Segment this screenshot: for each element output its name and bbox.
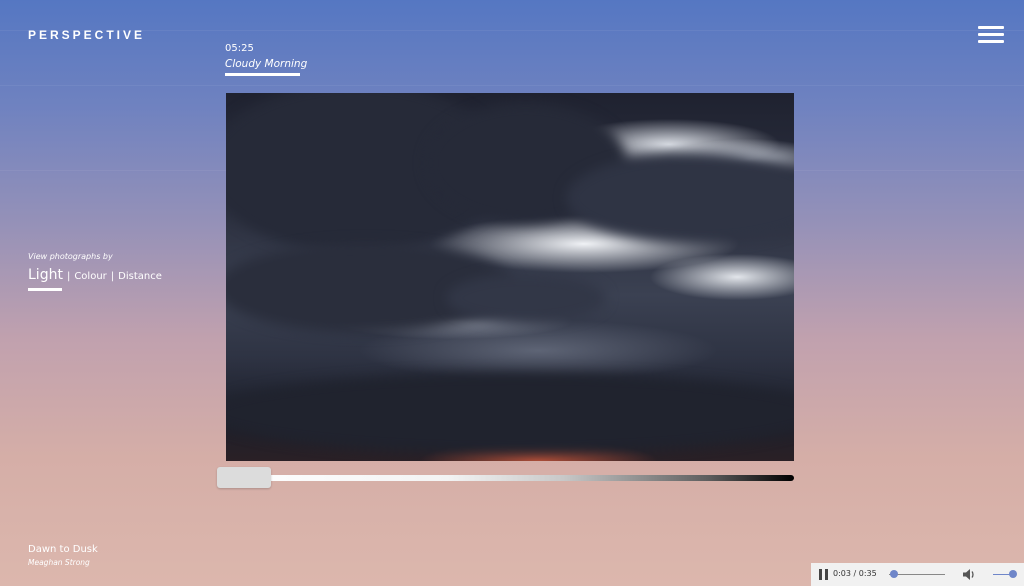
view-by-label: View photographs by	[28, 252, 113, 261]
speaker-icon[interactable]	[962, 568, 976, 581]
light-slider-track[interactable]	[217, 475, 794, 481]
progress-bar[interactable]	[889, 570, 945, 578]
cloud-photograph	[226, 93, 794, 461]
volume-bar[interactable]	[993, 570, 1017, 578]
audio-player: 0:03 / 0:35	[811, 563, 1024, 586]
active-option-underline	[28, 288, 62, 291]
view-option-distance[interactable]: Distance	[118, 271, 162, 282]
view-options: Light | Colour | Distance	[28, 267, 162, 283]
progress-knob[interactable]	[889, 570, 898, 578]
light-slider-handle[interactable]	[217, 467, 271, 488]
album-title: Dawn to Dusk	[28, 544, 98, 555]
site-logo[interactable]: PERSPECTIVE	[28, 28, 145, 42]
view-separator: |	[110, 271, 115, 282]
view-separator: |	[66, 271, 71, 282]
photo-title-underline	[225, 73, 300, 76]
photo-time: 05:25	[225, 43, 254, 54]
light-slider[interactable]	[217, 466, 795, 490]
pause-icon[interactable]	[819, 569, 829, 580]
volume-knob[interactable]	[1009, 570, 1017, 578]
hamburger-menu-icon[interactable]	[978, 26, 1004, 44]
view-option-colour[interactable]: Colour	[74, 271, 106, 282]
view-option-light[interactable]: Light	[28, 267, 63, 283]
photo-title: Cloudy Morning	[225, 58, 308, 70]
player-time: 0:03 / 0:35	[833, 569, 877, 578]
artist-name: Meaghan Strong	[28, 558, 90, 567]
